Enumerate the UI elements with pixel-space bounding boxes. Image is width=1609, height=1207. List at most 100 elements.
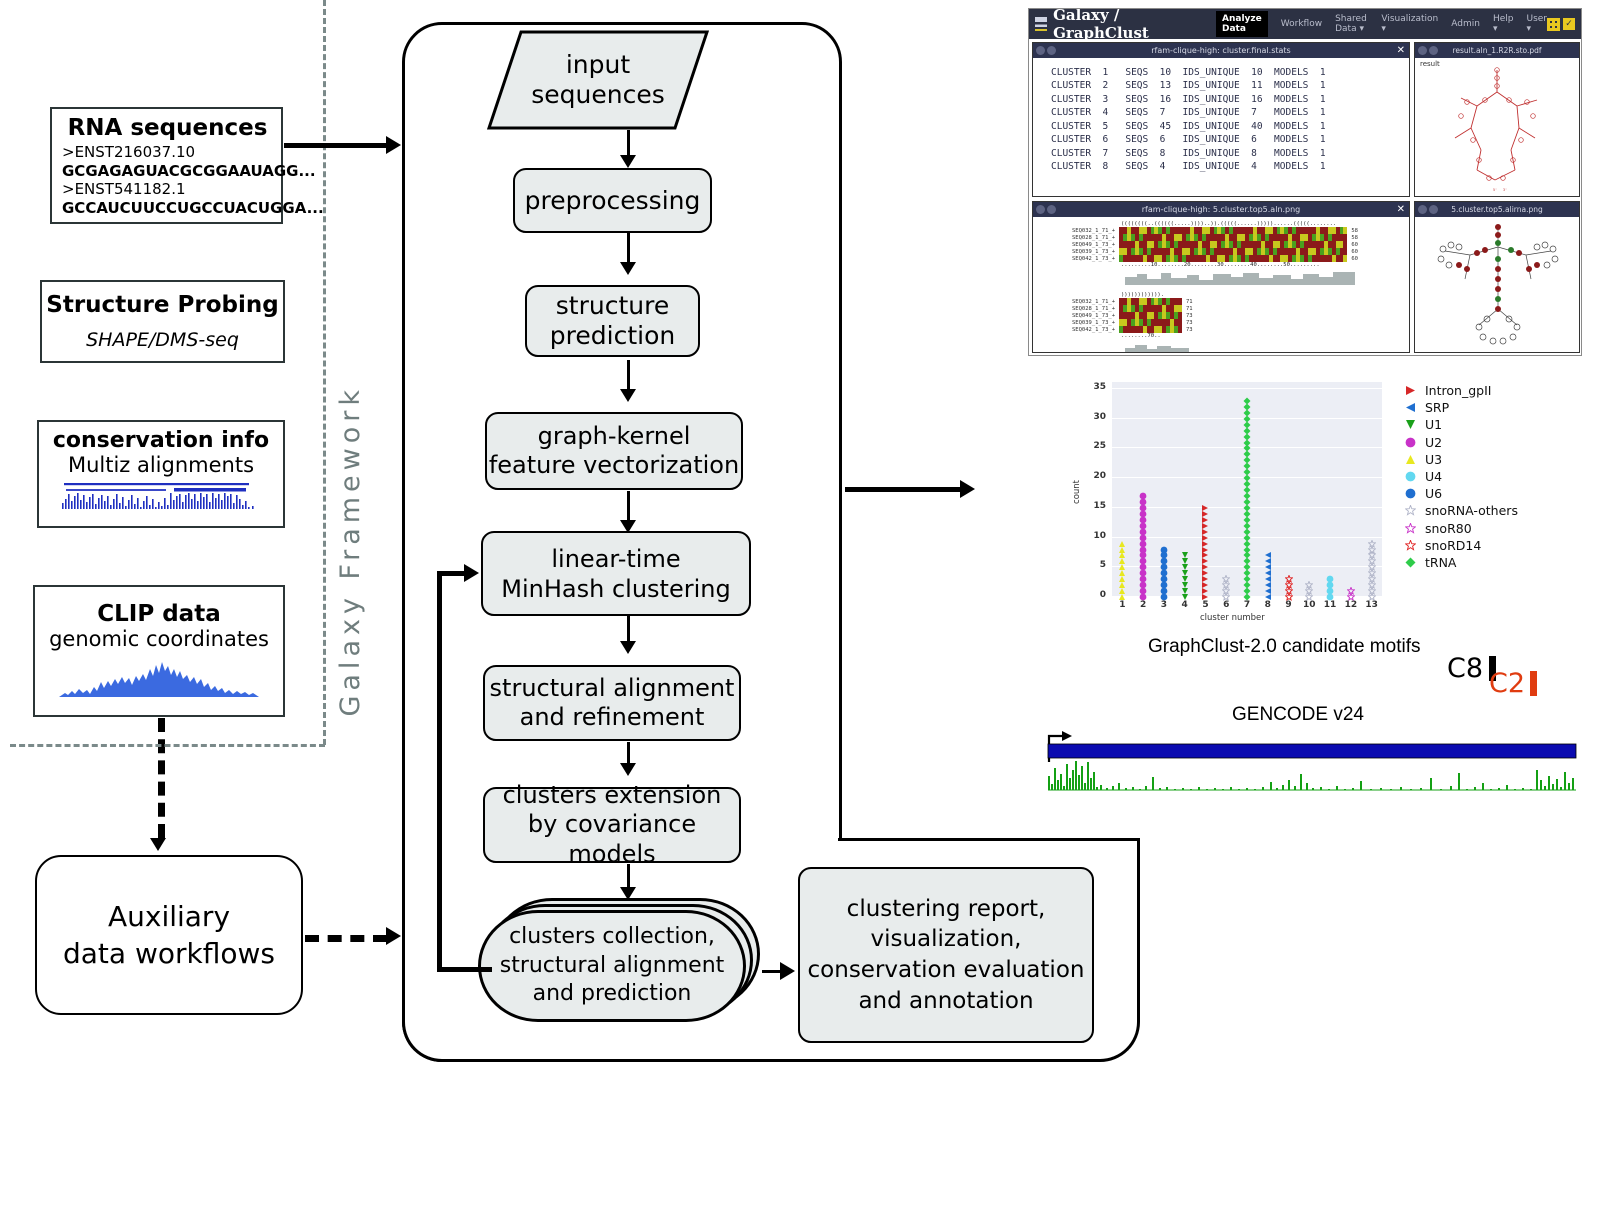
prev-icon xyxy=(1418,46,1427,55)
chart-legend-item: SRP xyxy=(1405,399,1518,416)
chart-legend-marker-icon xyxy=(1404,519,1417,538)
chart-point-marker xyxy=(1346,580,1356,599)
panel-nav-icons[interactable] xyxy=(1418,46,1438,55)
flow-arrowhead-report xyxy=(780,962,795,980)
flow-arrow-line xyxy=(627,233,630,265)
galaxy-panel-r2r-structure[interactable]: result.aln_1.R2R.sto.pdf result 5' 3' xyxy=(1414,42,1580,197)
input-box-structure-probing: Structure Probing SHAPE/DMS-seq xyxy=(40,280,285,363)
flow-node-structural-alignment: structural alignment and refinement xyxy=(483,653,755,743)
flow-node-label-line: and annotation xyxy=(858,987,1034,1014)
panel-content xyxy=(1415,217,1579,352)
alignment-row: SEQ028_1_71_+ 71 xyxy=(1033,305,1409,312)
alignment-residues xyxy=(1119,298,1182,305)
chart-point-marker xyxy=(1139,485,1147,504)
chart-legend-item: snoR80 xyxy=(1404,519,1518,538)
chart-title: GraphClust-2.0 candidate motifs xyxy=(1148,636,1421,657)
chart-point-marker xyxy=(1304,574,1315,593)
feedback-loop-vertical xyxy=(437,573,442,969)
chart-point-marker xyxy=(1366,533,1377,552)
check-icon[interactable]: ✓ xyxy=(1563,18,1575,30)
flow-node-graph-kernel: graph-kernel feature vectorization xyxy=(485,400,757,492)
input-box-title: RNA sequences xyxy=(67,115,268,141)
flow-node-label-line: linear-time xyxy=(551,544,681,573)
chart-legend-marker-icon xyxy=(1405,484,1416,503)
alignment-block-1: SEQ032_1_71_+ 58 SEQ028_1_71_+ 58 SEQ049_1_7… xyxy=(1033,227,1409,262)
menu-item-analyze-data[interactable]: Analyze Data xyxy=(1216,11,1268,37)
chart-legend-label: Intron_gpII xyxy=(1425,383,1492,399)
grid-icon[interactable] xyxy=(1547,17,1560,31)
alignment-sequence-id: SEQ042_1_73_+ xyxy=(1071,255,1115,262)
chart-point-marker xyxy=(1283,568,1294,587)
panel-nav-icons[interactable] xyxy=(1036,205,1056,214)
alignment-conservation-bars xyxy=(1125,270,1409,289)
panel-nav-icons[interactable] xyxy=(1036,46,1056,55)
flow-node-label-line: sequences xyxy=(531,80,665,109)
chart-legend-item: U3 xyxy=(1405,451,1518,468)
alignment-sequence-id: SEQ032_1_71_+ xyxy=(1071,227,1115,234)
chart-legend-item: U1 xyxy=(1405,416,1518,433)
chevron-down-icon: ▾ xyxy=(1526,24,1532,34)
fasta-header-2: >ENST541182.1 xyxy=(62,180,186,199)
flow-node-label-line: graph-kernel xyxy=(537,421,691,450)
alignment-end-position: 73 xyxy=(1186,326,1193,333)
motif-tag-marker xyxy=(1530,671,1538,696)
alignment-residues xyxy=(1119,312,1182,319)
input-box-title: Structure Probing xyxy=(46,292,279,318)
r2r-result-label: result xyxy=(1420,60,1440,68)
galaxy-brand[interactable]: Galaxy / GraphClust xyxy=(1053,9,1188,42)
chart-legend-label: snoRNA-others xyxy=(1425,503,1518,519)
galaxy-panel-cluster-stats[interactable]: rfam-clique-high: cluster.final.stats ✕ … xyxy=(1032,42,1410,197)
alignment-row: SEQ039_1_73_+ 60 xyxy=(1033,248,1409,255)
alignment-row: SEQ042_1_73_+ 60 xyxy=(1033,255,1409,262)
alignment-end-position: 71 xyxy=(1186,305,1193,312)
flow-arrow-line xyxy=(627,360,630,392)
menu-item-user[interactable]: User ▾ xyxy=(1526,14,1547,34)
chart-legend-label: U4 xyxy=(1425,469,1443,485)
panel-title: result.aln_1.R2R.sto.pdf xyxy=(1452,46,1542,55)
input-box-clip-data: CLIP data genomic coordinates xyxy=(33,585,285,717)
menu-item-shared-data[interactable]: Shared Data ▾ xyxy=(1335,14,1368,34)
chart-legend-label: snoRD14 xyxy=(1425,537,1482,553)
arrow-rna-to-pipeline xyxy=(284,143,389,148)
flow-node-label-line: structural alignment xyxy=(499,952,725,978)
flow-node-preprocessing: preprocessing xyxy=(513,168,712,233)
panel-nav-icons[interactable] xyxy=(1418,205,1438,214)
menu-item-workflow[interactable]: Workflow xyxy=(1281,19,1322,29)
panel-content: CLUSTER 1 SEQS 10 IDS_UNIQUE 10 MODELS 1… xyxy=(1033,58,1409,196)
chart-ylabel: count xyxy=(1072,480,1082,504)
flow-node-clusters-collection: clusters collection, structural alignmen… xyxy=(478,898,768,1026)
feedback-loop-arrowhead xyxy=(464,564,479,582)
chart-xlabel: cluster number xyxy=(1200,613,1265,623)
prev-icon xyxy=(1036,205,1045,214)
alignment-end-position: 60 xyxy=(1351,248,1358,255)
prev-icon xyxy=(1418,205,1427,214)
flow-node-label-line: clusters collection, xyxy=(509,924,715,950)
panel-content: ((((((((..((((((.....))))..)).(((((.....… xyxy=(1033,217,1409,352)
galaxy-menu: Analyze Data Workflow Shared Data ▾ Visu… xyxy=(1216,11,1547,37)
menu-item-help[interactable]: Help ▾ xyxy=(1493,14,1514,34)
chart-legend-label: U2 xyxy=(1425,434,1443,450)
chart-legend-marker-icon xyxy=(1405,381,1416,400)
input-box-rna-sequences: RNA sequences >ENST216037.10 GCGAGAGUACG… xyxy=(50,107,324,224)
feedback-loop-top xyxy=(437,571,467,576)
alignment-residues xyxy=(1119,234,1348,241)
chart-y-tick-label: 30 xyxy=(1093,411,1106,422)
flow-node-label-line: by covariance models xyxy=(527,810,697,868)
galaxy-app-screenshot[interactable]: Galaxy / GraphClust Analyze Data Workflo… xyxy=(1028,8,1582,356)
alignment-sequence-id: SEQ028_1_71_+ xyxy=(1071,234,1115,241)
alignment-ruler: .........10........20........30........4… xyxy=(1121,262,1320,268)
multiz-conservation-track xyxy=(54,480,269,510)
close-icon[interactable]: ✕ xyxy=(1397,45,1405,56)
galaxy-panel-alignment[interactable]: rfam-clique-high: 5.cluster.top5.aln.png… xyxy=(1032,201,1410,353)
panel-content: result 5' 3' xyxy=(1415,58,1579,196)
cluster-stats-table: CLUSTER 1 SEQS 10 IDS_UNIQUE 10 MODELS 1… xyxy=(1051,67,1326,173)
alignment-residues xyxy=(1119,241,1348,248)
chart-y-tick-label: 5 xyxy=(1099,560,1106,571)
chart-legend-label: U3 xyxy=(1425,451,1443,467)
close-icon[interactable]: ✕ xyxy=(1397,204,1405,215)
galaxy-panel-alirna[interactable]: 5.cluster.top5.alirna.png xyxy=(1414,201,1580,353)
rna-secondary-structure-diagram: 5' 3' xyxy=(1454,67,1538,192)
alignment-end-position: 73 xyxy=(1186,319,1193,326)
menu-item-admin[interactable]: Admin xyxy=(1451,19,1480,29)
menu-item-visualization[interactable]: Visualization ▾ xyxy=(1381,14,1438,34)
